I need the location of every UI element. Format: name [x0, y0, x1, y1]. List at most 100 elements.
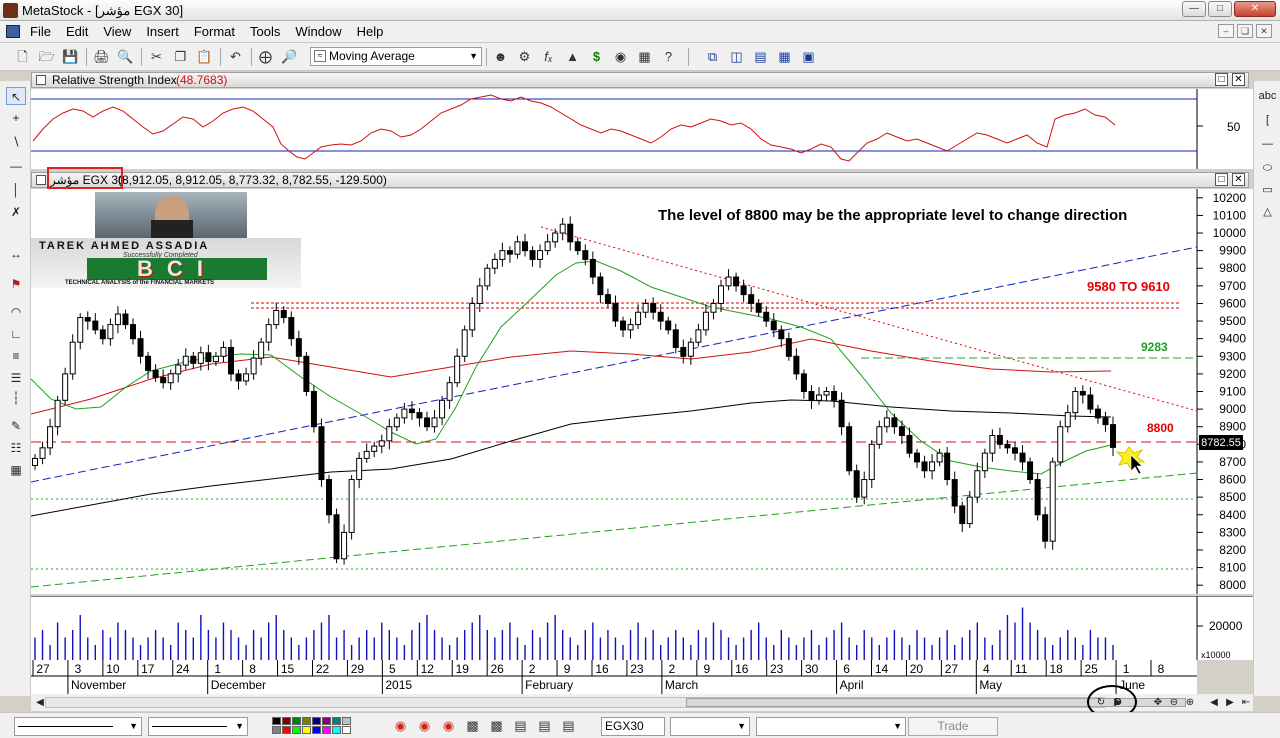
doc-close-button[interactable]: ✕: [1256, 24, 1272, 38]
price-maximize-button[interactable]: □: [1215, 173, 1228, 186]
retracement-tool-icon[interactable]: ☰: [6, 369, 26, 387]
arrange-icons-icon[interactable]: ▣: [800, 48, 817, 65]
save-icon[interactable]: 💾: [62, 48, 79, 65]
rectangle-tool-icon[interactable]: ▭: [1257, 181, 1278, 199]
tile-vertical-icon[interactable]: ◫: [728, 48, 745, 65]
nav-right-icon[interactable]: ▶: [1223, 696, 1237, 709]
color-palette[interactable]: [272, 717, 352, 735]
window-icon-3[interactable]: ▤: [560, 717, 577, 734]
trendline-tool-icon[interactable]: ∖: [6, 133, 26, 151]
browser-icon-3[interactable]: ◉: [440, 717, 457, 734]
print-preview-icon[interactable]: 🔍: [117, 48, 134, 65]
close-button[interactable]: ✕: [1234, 1, 1276, 17]
time-zone-tool-icon[interactable]: ┆: [6, 389, 26, 407]
doc-restore-button[interactable]: ❏: [1237, 24, 1253, 38]
vertical-line-tool-icon[interactable]: │: [6, 181, 26, 199]
system-tester-icon[interactable]: ▲: [564, 48, 581, 65]
menu-file[interactable]: File: [30, 24, 51, 39]
menu-window[interactable]: Window: [295, 24, 341, 39]
copy-icon[interactable]: ❐: [172, 48, 189, 65]
month-label: May: [979, 678, 1002, 692]
crosshair-icon[interactable]: ⨁: [257, 48, 274, 65]
menu-format[interactable]: Format: [194, 24, 235, 39]
volume-pane[interactable]: 20000 x10000: [31, 595, 1253, 660]
browser-icon[interactable]: ◉: [392, 717, 409, 734]
doc-minimize-button[interactable]: –: [1218, 24, 1234, 38]
menu-view[interactable]: View: [103, 24, 131, 39]
gann-tool-icon[interactable]: ☷: [6, 439, 26, 457]
paste-icon[interactable]: 📋: [196, 48, 213, 65]
flag-tool-icon[interactable]: ⚑: [6, 275, 26, 293]
calculator-icon[interactable]: ▦: [636, 48, 653, 65]
grid-tool-icon[interactable]: ▦: [6, 461, 26, 479]
cut-icon[interactable]: ✂: [148, 48, 165, 65]
new-file-icon[interactable]: 🗋: [14, 48, 31, 65]
line-style-select[interactable]: ▼: [14, 717, 142, 736]
ellipse-tool-icon[interactable]: ⬭: [1257, 159, 1278, 177]
pane-select-icon[interactable]: [36, 75, 46, 85]
menu-edit[interactable]: Edit: [66, 24, 88, 39]
pane-select-icon[interactable]: [36, 175, 46, 185]
rsi-close-button[interactable]: ✕: [1232, 73, 1245, 86]
scroll-tool-icon[interactable]: ↔: [6, 245, 26, 263]
print-icon[interactable]: 🖨: [93, 48, 110, 65]
zoom-icon[interactable]: 🔎: [281, 48, 298, 65]
help-pointer-icon[interactable]: ?: [660, 48, 677, 65]
candle-body: [800, 373, 807, 393]
browser-icon-2[interactable]: ◉: [416, 717, 433, 734]
crosshair-tool-icon[interactable]: +: [6, 109, 26, 127]
month-label: November: [71, 678, 126, 692]
arc-tool-icon[interactable]: ◠: [6, 303, 26, 321]
minimize-button[interactable]: —: [1182, 1, 1206, 17]
pencil-tool-icon[interactable]: ✎: [6, 417, 26, 435]
maximize-button[interactable]: □: [1208, 1, 1232, 17]
document-icon[interactable]: [6, 25, 20, 38]
zoom-out-icon[interactable]: ⊖: [1167, 696, 1181, 709]
horizontal-scrollbar[interactable]: [45, 697, 1186, 708]
price-close-button[interactable]: ✕: [1232, 173, 1245, 186]
trade-button[interactable]: Trade: [908, 717, 998, 736]
account-select[interactable]: ▼: [756, 717, 906, 736]
expert-advisor-icon[interactable]: ☻: [492, 48, 509, 65]
menu-help[interactable]: Help: [357, 24, 384, 39]
month-label: February: [525, 678, 573, 692]
candle-body: [1012, 447, 1018, 454]
green-trendline[interactable]: [30, 472, 1198, 588]
window-icon[interactable]: ▤: [512, 717, 529, 734]
binoculars-icon[interactable]: ◉: [612, 48, 629, 65]
window-icon-2[interactable]: ▤: [536, 717, 553, 734]
line-tool-icon[interactable]: —: [1257, 135, 1278, 153]
candle-body: [1094, 408, 1101, 419]
explorer-icon[interactable]: ⚙: [516, 48, 533, 65]
dollar-icon[interactable]: $: [588, 48, 605, 65]
chart-template-icon[interactable]: ▩: [464, 717, 481, 734]
undo-icon[interactable]: ↶: [227, 48, 244, 65]
menu-insert[interactable]: Insert: [146, 24, 179, 39]
fan-tool-icon[interactable]: ∟: [6, 325, 26, 343]
zoom-in-icon[interactable]: ⊕: [1183, 696, 1197, 709]
indicator-select[interactable]: ≈ Moving Average ▼: [310, 47, 482, 66]
bracket-tool-icon[interactable]: [: [1257, 111, 1278, 129]
symbol-field[interactable]: EGX30: [601, 717, 665, 736]
formula-icon[interactable]: fₓ: [540, 48, 557, 65]
move-icon[interactable]: ✥: [1151, 696, 1165, 709]
tile-horizontal-icon[interactable]: ▤: [752, 48, 769, 65]
triangle-tool-icon[interactable]: △: [1257, 203, 1278, 221]
horizontal-line-tool-icon[interactable]: —: [6, 157, 26, 175]
cascade-windows-icon[interactable]: ⧉: [704, 48, 721, 65]
price-pane[interactable]: 10200 10100 10000 9900 9800 9700 9600 9500 9400 9…: [30, 189, 1253, 594]
nav-end-icon[interactable]: ⇤: [1239, 696, 1253, 709]
rsi-maximize-button[interactable]: □: [1215, 73, 1228, 86]
rsi-pane[interactable]: 50: [31, 89, 1253, 169]
cycle-tool-icon[interactable]: ✗: [6, 203, 26, 221]
fibonacci-tool-icon[interactable]: ≡: [6, 347, 26, 365]
tile-grid-icon[interactable]: ▦: [776, 48, 793, 65]
text-tool-icon[interactable]: abc: [1257, 87, 1278, 105]
nav-left-icon[interactable]: ◀: [1207, 696, 1221, 709]
pointer-tool-icon[interactable]: ↖: [6, 87, 26, 105]
layout-icon[interactable]: ▩: [488, 717, 505, 734]
exchange-select[interactable]: ▼: [670, 717, 750, 736]
open-folder-icon[interactable]: 🗁: [38, 48, 55, 65]
menu-tools[interactable]: Tools: [250, 24, 280, 39]
line-weight-select[interactable]: ▼: [148, 717, 248, 736]
